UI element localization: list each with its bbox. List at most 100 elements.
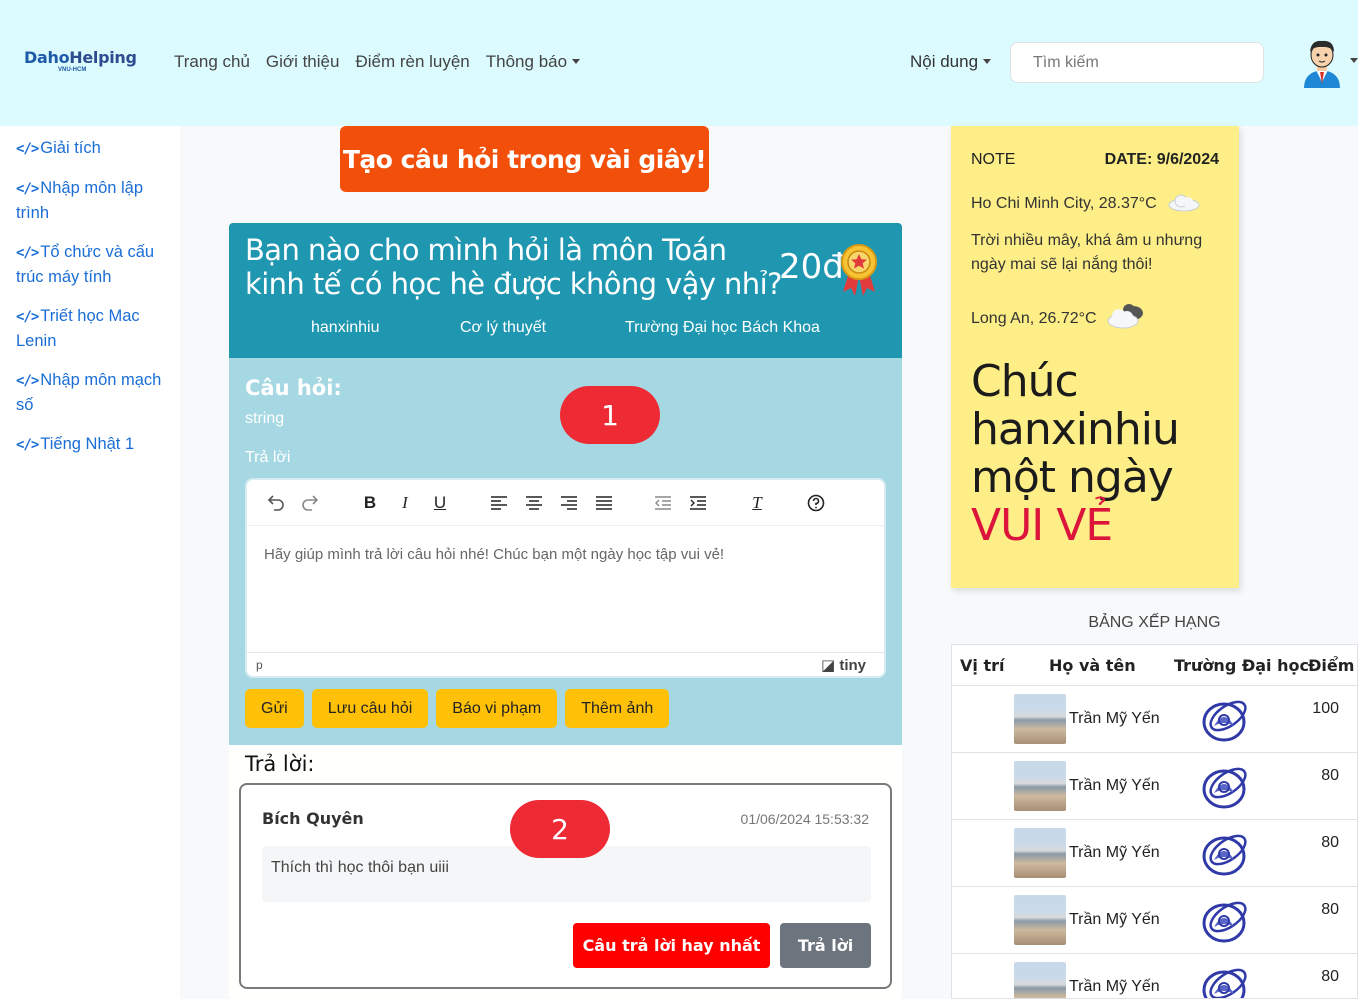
indent-icon[interactable] [687,492,709,514]
cheer-highlight: VUI VẺ [971,500,1113,551]
user-photo [1014,962,1066,998]
report-button[interactable]: Báo vi phạm [436,689,558,728]
create-question-button[interactable]: Tạo câu hỏi trong vài giây! [340,126,709,192]
sidebar-item-intro-programming[interactable]: </> Nhập môn lập trình [16,176,176,225]
ranking-row[interactable]: Trần Mỹ Yến 80 [952,819,1357,886]
ranking-title: BẢNG XẾP HẠNG [1088,614,1221,631]
rich-text-editor[interactable]: B I U T Hãy giúp mình trả lời câu hỏi nh… [245,478,886,678]
align-center-icon[interactable] [523,492,545,514]
col-name: Họ và tên [1049,656,1136,675]
tiny-logo-icon: ◪ [820,657,840,674]
tiny-logo: ◪ tiny [821,656,866,674]
bold-icon[interactable]: B [359,492,381,514]
italic-icon[interactable]: I [394,492,416,514]
university-logo-icon [1202,834,1247,876]
sidebar-item-digital-circuits[interactable]: </> Nhập môn mạch số [16,368,176,417]
nav-content-dropdown[interactable]: Nội dung [910,52,991,72]
editor-content[interactable]: Hãy giúp mình trả lời câu hỏi nhé! Chúc … [264,546,724,563]
sidebar-item-philosophy[interactable]: </> Triết học Mac Lenin [16,304,176,353]
sidebar-item-computer-architecture[interactable]: </> Tổ chức và cấu trúc máy tính [16,240,176,289]
nav-conduct-score[interactable]: Điểm rèn luyện [355,52,469,72]
code-icon: </> [16,141,39,157]
align-right-icon[interactable] [558,492,580,514]
question-text: string [245,410,285,427]
user-photo [1014,761,1066,811]
note-label: NOTE [971,151,1016,168]
annotation-badge-1: 1 [560,386,660,444]
search-input[interactable] [1010,42,1264,83]
editor-path: p [256,658,263,672]
user-photo [1014,828,1066,878]
code-icon: </> [16,245,39,261]
university-logo-icon [1202,901,1247,943]
rank-name: Trần Mỹ Yến [1069,844,1160,861]
cloud-icon [1168,194,1200,212]
underline-icon[interactable]: U [429,492,451,514]
clear-format-icon[interactable]: T [746,492,768,514]
send-button[interactable]: Gửi [245,689,304,728]
sidebar-item-japanese[interactable]: </> Tiếng Nhật 1 [16,432,176,457]
ranking-row[interactable]: Trần Mỹ Yến 80 [952,752,1357,819]
best-answer-button[interactable]: Câu trả lời hay nhất [573,923,770,968]
nav-links: Trang chủ Giới thiệu Điểm rèn luyện Thôn… [174,52,580,72]
tiny-brand: tiny [839,657,866,674]
cheer-username: hanxinhiu [971,404,1180,455]
question-author[interactable]: hanxinhiu [311,319,380,337]
code-icon: </> [16,437,39,453]
university-logo-icon [1202,700,1247,742]
undo-icon[interactable] [264,492,286,514]
sidebar-item-label: Giải tích [40,139,101,157]
cloudy-icon [1107,304,1144,329]
answer-label: Trả lời [245,449,291,466]
medal-icon [841,244,877,296]
logo-main: Daho [24,48,70,67]
code-icon: </> [16,373,39,389]
rank-name: Trần Mỹ Yến [1069,777,1160,794]
university-logo-icon [1202,767,1247,809]
sticky-note: NOTE DATE: 9/6/2024 Ho Chi Minh City, 28… [951,126,1239,588]
answer-timestamp: 01/06/2024 15:53:32 [740,811,869,827]
weather-hcm-text: Ho Chi Minh City, 28.37°C [971,195,1157,212]
logo-accent: Helping [69,48,137,67]
rank-score: 80 [1321,834,1339,851]
col-school: Trường Đại học [1174,656,1309,675]
cheer-message: Chúc hanxinhiu một ngày VUI VẺ [971,356,1180,551]
align-justify-icon[interactable] [593,492,615,514]
sidebar-item-calculus[interactable]: </> Giải tích [16,136,176,161]
save-question-button[interactable]: Lưu câu hỏi [311,689,429,728]
question-school[interactable]: Trường Đại học Bách Khoa [625,319,820,337]
nav-about[interactable]: Giới thiệu [266,52,340,72]
weather-longan: Long An, 26.72°C [971,302,1149,330]
ranking-row[interactable]: Trần Mỹ Yến 100 [952,685,1357,752]
sidebar: </> Giải tích </> Nhập môn lập trình </> Tổ… [0,126,180,999]
editor-toolbar: B I U T [247,480,884,526]
user-photo [1014,694,1066,744]
align-left-icon[interactable] [488,492,510,514]
help-icon[interactable] [805,492,827,514]
sidebar-item-label: Tiếng Nhật 1 [40,435,135,453]
rank-score: 100 [1312,700,1339,717]
rank-name: Trần Mỹ Yến [1069,978,1160,995]
rank-name: Trần Mỹ Yến [1069,911,1160,928]
ranking-table: Vị trí Họ và tên Trường Đại học Điểm Trầ… [951,644,1358,999]
nav-notifications-dropdown[interactable]: Thông báo [486,52,580,72]
answer-author[interactable]: Bích Quyên [262,809,364,828]
reply-button[interactable]: Trả lời [780,923,871,968]
user-photo [1014,895,1066,945]
rank-score: 80 [1321,901,1339,918]
cheer-line: Chúc [971,356,1079,407]
avatar-caret-icon[interactable] [1350,58,1358,63]
logo[interactable]: DahoHelping VNU-HCM [24,48,137,78]
add-image-button[interactable]: Thêm ảnh [565,689,670,728]
question-subject[interactable]: Cơ lý thuyết [460,319,546,337]
redo-icon[interactable] [300,492,322,514]
user-avatar-icon[interactable] [1300,38,1344,88]
nav-home[interactable]: Trang chủ [174,52,250,72]
question-title: Bạn nào cho mình hỏi là môn Toán kinh tế… [245,233,782,301]
question-card: Bạn nào cho mình hỏi là môn Toán kinh tế… [229,223,902,999]
logo-text: DahoHelping [24,48,137,67]
rank-score: 80 [1321,767,1339,784]
ranking-row[interactable]: Trần Mỹ Yến 80 [952,886,1357,953]
outdent-icon[interactable] [652,492,674,514]
ranking-row[interactable]: Trần Mỹ Yến 80 [952,953,1357,998]
